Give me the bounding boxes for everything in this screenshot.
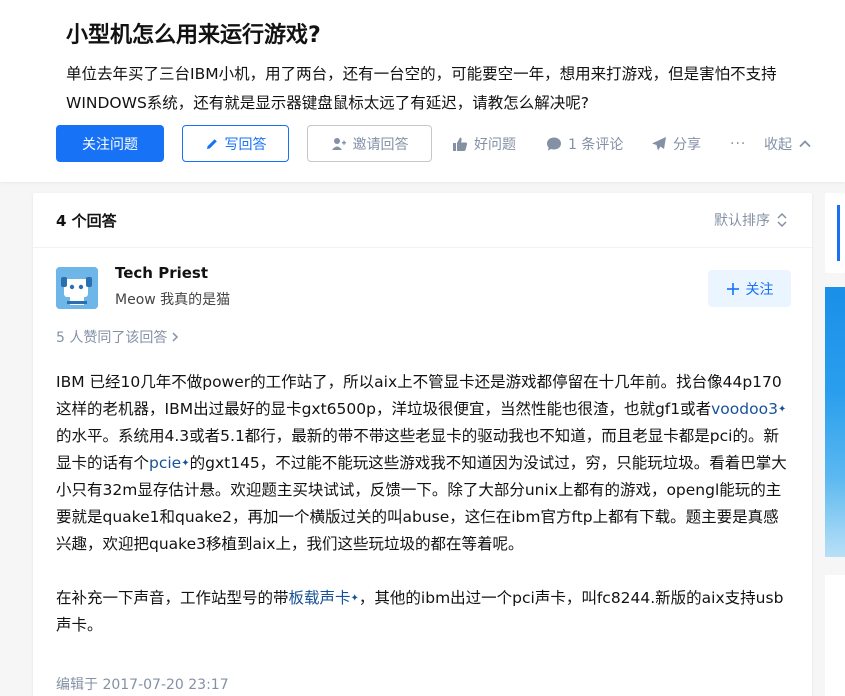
robot-dog-avatar-image (56, 267, 98, 309)
link-mark-icon: ✦ (350, 593, 359, 604)
collapse-button[interactable]: 收起 (764, 125, 812, 162)
sort-updown-icon (777, 212, 787, 228)
answer-count: 4 个回答 (56, 212, 117, 230)
question-description: 单位去年买了三台IBM小机，用了两台，还有一台空的，可能要空一年，想用来打游戏，… (66, 65, 777, 112)
comment-button[interactable]: 1 条评论 (546, 125, 623, 162)
voters-summary[interactable]: 5 人赞同了该回答 (56, 327, 179, 347)
follow-author-button[interactable]: 关注 (708, 270, 791, 307)
qr-code-icon (837, 205, 845, 261)
edited-timestamp[interactable]: 编辑于 2017-07-20 23:17 (56, 674, 229, 694)
author-avatar[interactable] (56, 267, 98, 309)
answer-paragraph-1: IBM 已经10几年不做power的工作站了，所以aix上不管显卡还是游戏都停留… (56, 369, 791, 558)
sort-label: 默认排序 (714, 213, 770, 229)
voters-label: 5 人赞同了该回答 (56, 330, 168, 346)
answer-text: 在补充一下声音，工作站型号的带 (56, 589, 289, 607)
follow-question-label: 关注问题 (82, 136, 138, 153)
share-button[interactable]: 分享 (651, 125, 701, 162)
answer-list-card: 4 个回答 默认排序 Tech Priest Meow 我真的是猫 关注 5 人… (33, 193, 812, 696)
write-answer-label: 写回答 (224, 136, 267, 153)
question-header: 小型机怎么用来运行游戏? 单位去年买了三台IBM小机，用了两台，还有一台空的，可… (0, 0, 845, 182)
invite-answer-button[interactable]: 邀请回答 (307, 125, 432, 162)
answer-content: IBM 已经10几年不做power的工作站了，所以aix上不管显卡还是游戏都停留… (56, 369, 791, 666)
comment-count-label: 1 条评论 (568, 136, 624, 153)
pcie-link-text: pcie (149, 454, 182, 472)
sidebar-card (825, 575, 845, 696)
link-mark-icon: ✦ (777, 404, 787, 415)
follow-question-button[interactable]: 关注问题 (56, 125, 164, 162)
share-label: 分享 (673, 136, 701, 153)
question-actions: 关注问题 写回答 邀请回答 好问题 1 条评论 分享 ··· 收起 (56, 125, 836, 163)
more-options-button[interactable]: ··· (730, 125, 746, 162)
more-options-icon: ··· (730, 135, 747, 152)
question-title[interactable]: 小型机怎么用来运行游戏? (66, 20, 321, 52)
pencil-icon (206, 138, 217, 149)
write-answer-button[interactable]: 写回答 (182, 125, 289, 162)
good-question-button[interactable]: 好问题 (452, 125, 516, 162)
invite-user-icon (331, 137, 346, 150)
chevron-right-icon (172, 332, 179, 342)
link-mark-icon: ✦ (181, 458, 190, 469)
sidebar-banner[interactable] (825, 287, 845, 557)
answer-paragraph-2: 在补充一下声音，工作站型号的带板载声卡✦，其他的ibm出过一个pci声卡，叫fc… (56, 585, 791, 639)
paper-plane-icon (652, 136, 666, 150)
author-bio: Meow 我真的是猫 (115, 292, 231, 308)
onboard-soundcard-link-text: 板载声卡 (288, 589, 351, 607)
onboard-soundcard-link[interactable]: 板载声卡✦ (289, 589, 359, 607)
pcie-link[interactable]: pcie✦ (149, 454, 190, 472)
chevron-up-icon (799, 139, 811, 147)
thumbs-up-icon (453, 137, 468, 151)
voodoo3-link-text: voodoo3 (711, 400, 778, 418)
collapse-label: 收起 (764, 136, 792, 153)
sort-dropdown[interactable]: 默认排序 (714, 210, 788, 230)
plus-icon (726, 282, 739, 295)
answer-text: IBM 已经10几年不做power的工作站了，所以aix上不管显卡还是游戏都停留… (56, 373, 782, 418)
sidebar-qr-card[interactable] (825, 193, 845, 273)
author-name[interactable]: Tech Priest (115, 264, 208, 282)
comment-icon (547, 137, 561, 150)
good-question-label: 好问题 (474, 136, 516, 153)
invite-answer-label: 邀请回答 (352, 136, 409, 153)
answer-list-header: 4 个回答 默认排序 (33, 193, 812, 248)
follow-author-label: 关注 (745, 281, 774, 298)
voodoo3-link[interactable]: voodoo3✦ (711, 400, 786, 418)
